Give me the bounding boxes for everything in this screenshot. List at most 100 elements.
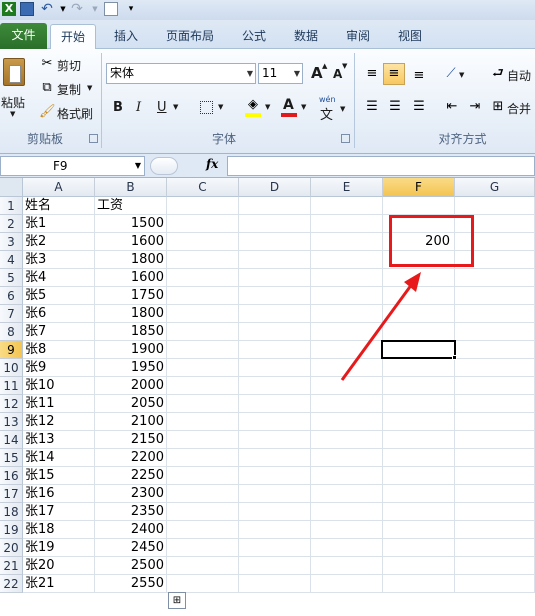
grid-cell[interactable] [239, 269, 311, 287]
grid-cell[interactable] [239, 341, 311, 359]
row-header[interactable]: 3 [0, 233, 23, 251]
grid-cell[interactable] [455, 269, 535, 287]
grid-cell[interactable] [167, 323, 239, 341]
grid-cell[interactable] [311, 485, 383, 503]
grid-cell[interactable] [239, 503, 311, 521]
grid-cell[interactable] [383, 467, 455, 485]
grid-cell[interactable] [239, 539, 311, 557]
row-header[interactable]: 7 [0, 305, 23, 323]
cell-salary[interactable]: 2300 [95, 485, 167, 503]
column-header[interactable]: E [311, 178, 383, 197]
grid-cell[interactable] [311, 413, 383, 431]
grid-cell[interactable] [239, 485, 311, 503]
cell-salary[interactable]: 1800 [95, 305, 167, 323]
decrease-indent-button[interactable]: ⇤ [440, 97, 462, 117]
chevron-down-icon[interactable]: ▼ [135, 157, 141, 175]
grid-cell[interactable] [167, 233, 239, 251]
format-painter-button[interactable]: 🖌 格式刷 [38, 103, 98, 121]
align-right-button[interactable]: ☰ [407, 97, 429, 117]
cell-salary[interactable]: 1600 [95, 233, 167, 251]
grid-cell[interactable] [383, 503, 455, 521]
grid-cell[interactable] [167, 341, 239, 359]
grid-cell[interactable] [239, 215, 311, 233]
grid-cell[interactable] [311, 431, 383, 449]
grid-cell[interactable] [239, 575, 311, 593]
row-header[interactable]: 18 [0, 503, 23, 521]
column-header[interactable]: A [23, 178, 95, 197]
grid-cell[interactable] [167, 503, 239, 521]
copy-button[interactable]: ⧉ 复制 ▼ [38, 79, 94, 97]
grid-cell[interactable] [383, 557, 455, 575]
row-header[interactable]: 20 [0, 539, 23, 557]
cell-name[interactable]: 张4 [23, 269, 95, 287]
row-header[interactable]: 6 [0, 287, 23, 305]
grid-cell[interactable] [239, 521, 311, 539]
grid-cell[interactable] [455, 521, 535, 539]
grid-cell[interactable] [455, 323, 535, 341]
grid-cell[interactable] [239, 377, 311, 395]
row-header[interactable]: 11 [0, 377, 23, 395]
tab-view[interactable]: 视图 [388, 24, 432, 49]
undo-icon[interactable]: ↶ [40, 2, 54, 16]
cell-salary[interactable]: 2500 [95, 557, 167, 575]
new-document-icon[interactable] [104, 2, 118, 16]
orientation-button[interactable]: ⟋ ▼ [440, 63, 468, 85]
formula-bar-splitter[interactable] [150, 157, 178, 175]
save-icon[interactable] [20, 2, 34, 16]
column-title-salary[interactable]: 工资 [95, 197, 167, 215]
cell-salary[interactable]: 1950 [95, 359, 167, 377]
grid-cell[interactable] [455, 503, 535, 521]
grid-cell[interactable] [383, 449, 455, 467]
align-center-button[interactable]: ☰ [383, 97, 405, 117]
cell-name[interactable]: 张16 [23, 485, 95, 503]
grid-cell[interactable] [239, 431, 311, 449]
merge-center-button[interactable]: ⊞ 合并 [490, 97, 535, 117]
paste-options-icon[interactable]: ⊞ [168, 592, 186, 609]
row-header[interactable]: 5 [0, 269, 23, 287]
grid-cell[interactable] [383, 395, 455, 413]
grid-cell[interactable] [239, 395, 311, 413]
font-size-select[interactable]: 11 ▼ [258, 63, 303, 84]
row-header[interactable]: 4 [0, 251, 23, 269]
grid-cell[interactable] [455, 449, 535, 467]
fill-color-button[interactable]: ◈ ▼ [242, 97, 274, 117]
name-box[interactable]: F9 ▼ [0, 156, 145, 176]
row-header[interactable]: 21 [0, 557, 23, 575]
cell-salary[interactable]: 1500 [95, 215, 167, 233]
grid-cell[interactable] [383, 521, 455, 539]
cell-salary[interactable]: 1900 [95, 341, 167, 359]
row-header[interactable]: 15 [0, 449, 23, 467]
row-header[interactable]: 19 [0, 521, 23, 539]
cell-name[interactable]: 张9 [23, 359, 95, 377]
grid-cell[interactable] [455, 197, 535, 215]
font-color-button[interactable]: A ▼ [278, 97, 310, 117]
grid-cell[interactable] [167, 269, 239, 287]
cell-salary[interactable]: 2350 [95, 503, 167, 521]
grid-cell[interactable] [383, 485, 455, 503]
cell-salary[interactable]: 2000 [95, 377, 167, 395]
row-header[interactable]: 13 [0, 413, 23, 431]
cell-name[interactable]: 张3 [23, 251, 95, 269]
grid-cell[interactable] [311, 575, 383, 593]
cell-salary[interactable]: 2450 [95, 539, 167, 557]
tab-data[interactable]: 数据 [284, 24, 328, 49]
cell-salary[interactable]: 2150 [95, 431, 167, 449]
grid-cell[interactable] [167, 431, 239, 449]
row-header[interactable]: 16 [0, 467, 23, 485]
grid-cell[interactable] [167, 539, 239, 557]
customize-toolbar-icon[interactable]: ▾ [124, 2, 138, 16]
grid-cell[interactable] [383, 413, 455, 431]
align-left-button[interactable]: ☰ [360, 97, 382, 117]
grid-cell[interactable] [311, 539, 383, 557]
grid-cell[interactable] [167, 377, 239, 395]
cell-name[interactable]: 张8 [23, 341, 95, 359]
cell-salary[interactable]: 2200 [95, 449, 167, 467]
grid-cell[interactable] [311, 503, 383, 521]
grid-cell[interactable] [239, 467, 311, 485]
redo-icon[interactable]: ↷ [70, 2, 84, 16]
cell-name[interactable]: 张20 [23, 557, 95, 575]
grid-cell[interactable] [239, 251, 311, 269]
grid-cell[interactable] [167, 413, 239, 431]
align-bottom-button[interactable]: ≡ [407, 63, 429, 85]
phonetic-button[interactable]: wén 文 ▼ [316, 95, 348, 123]
